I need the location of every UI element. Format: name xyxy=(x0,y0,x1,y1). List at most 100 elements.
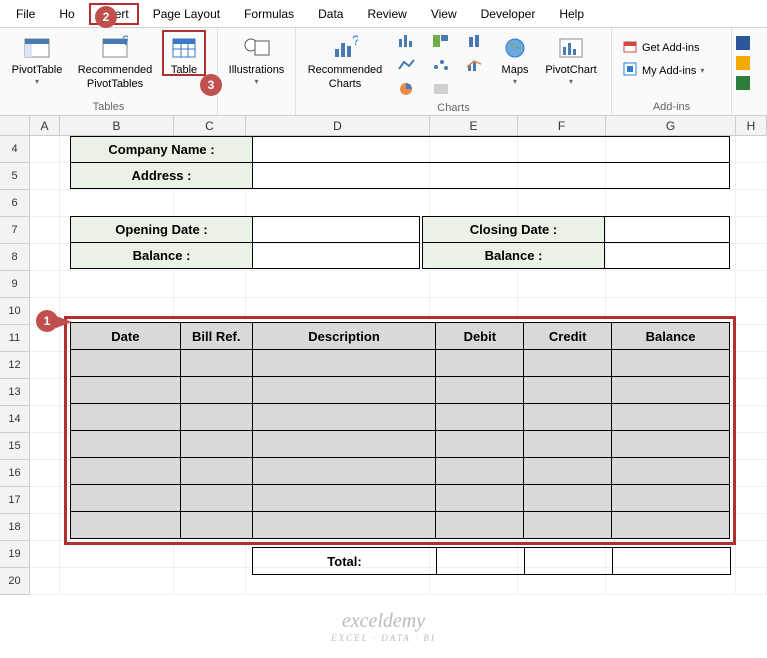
col-header-G[interactable]: G xyxy=(606,116,736,135)
cell[interactable] xyxy=(174,568,246,595)
cell[interactable] xyxy=(736,433,767,460)
address-cell[interactable] xyxy=(253,163,730,189)
row-header-11[interactable]: 11 xyxy=(0,325,30,352)
row-header-16[interactable]: 16 xyxy=(0,460,30,487)
opening-balance-cell[interactable] xyxy=(253,243,420,269)
people-graph-icon[interactable] xyxy=(734,74,752,92)
col-header-E[interactable]: E xyxy=(430,116,518,135)
total-credit-cell[interactable] xyxy=(525,548,613,575)
cell[interactable] xyxy=(174,271,246,298)
bing-icon[interactable] xyxy=(734,54,752,72)
tab-developer[interactable]: Developer xyxy=(471,3,546,25)
tab-home[interactable]: Ho xyxy=(49,3,84,25)
recommended-charts-button[interactable]: ? Recommended Charts xyxy=(302,30,388,90)
cell[interactable] xyxy=(174,541,246,568)
total-debit-cell[interactable] xyxy=(437,548,525,575)
row-header-5[interactable]: 5 xyxy=(0,163,30,190)
row-header-18[interactable]: 18 xyxy=(0,514,30,541)
cell[interactable] xyxy=(246,190,430,217)
cell[interactable] xyxy=(430,271,518,298)
tab-formulas[interactable]: Formulas xyxy=(234,3,304,25)
cell[interactable] xyxy=(60,190,174,217)
tab-help[interactable]: Help xyxy=(549,3,594,25)
my-addins-button[interactable]: My Add-ins ▾ xyxy=(622,61,721,80)
cell[interactable] xyxy=(736,487,767,514)
tab-review[interactable]: Review xyxy=(357,3,416,25)
cell[interactable] xyxy=(30,487,60,514)
cell[interactable] xyxy=(30,190,60,217)
ledger-row[interactable] xyxy=(71,512,730,539)
cell[interactable] xyxy=(606,298,736,325)
cell[interactable] xyxy=(30,379,60,406)
closing-balance-cell[interactable] xyxy=(605,243,730,269)
row-header-10[interactable]: 10 xyxy=(0,298,30,325)
row-header-8[interactable]: 8 xyxy=(0,244,30,271)
cell[interactable] xyxy=(736,325,767,352)
cell[interactable] xyxy=(174,298,246,325)
opening-date-cell[interactable] xyxy=(253,217,420,243)
cell[interactable] xyxy=(736,541,767,568)
cell[interactable] xyxy=(430,190,518,217)
cell[interactable] xyxy=(606,271,736,298)
cell[interactable] xyxy=(518,190,606,217)
ledger-row[interactable] xyxy=(71,485,730,512)
ledger-row[interactable] xyxy=(71,431,730,458)
cell[interactable] xyxy=(518,271,606,298)
cell[interactable] xyxy=(246,271,430,298)
cell[interactable] xyxy=(736,514,767,541)
ledger-row[interactable] xyxy=(71,350,730,377)
tab-view[interactable]: View xyxy=(421,3,467,25)
row-header-20[interactable]: 20 xyxy=(0,568,30,595)
row-header-13[interactable]: 13 xyxy=(0,379,30,406)
col-header-F[interactable]: F xyxy=(518,116,606,135)
row-header-4[interactable]: 4 xyxy=(0,136,30,163)
table-button[interactable]: Table xyxy=(162,30,206,76)
cell[interactable] xyxy=(60,271,174,298)
company-name-cell[interactable] xyxy=(253,137,730,163)
cell[interactable] xyxy=(174,190,246,217)
row-header-6[interactable]: 6 xyxy=(0,190,30,217)
ledger-row[interactable] xyxy=(71,458,730,485)
cell[interactable] xyxy=(736,460,767,487)
tab-file[interactable]: File xyxy=(6,3,45,25)
cell[interactable] xyxy=(430,298,518,325)
chart-surface-button[interactable] xyxy=(426,78,456,100)
cell[interactable] xyxy=(736,190,767,217)
chart-scatter-button[interactable] xyxy=(426,54,456,76)
cell[interactable] xyxy=(736,352,767,379)
cell[interactable] xyxy=(736,136,767,163)
select-all-corner[interactable] xyxy=(0,116,30,135)
pivottable-button[interactable]: PivotTable ▾ xyxy=(6,30,68,87)
total-balance-cell[interactable] xyxy=(613,548,731,575)
chart-combo-button[interactable] xyxy=(460,54,490,76)
cell[interactable] xyxy=(736,568,767,595)
cell[interactable] xyxy=(30,514,60,541)
pivotchart-button[interactable]: PivotChart ▾ xyxy=(540,30,602,87)
col-header-C[interactable]: C xyxy=(174,116,246,135)
cell[interactable] xyxy=(736,217,767,244)
cell[interactable] xyxy=(30,352,60,379)
illustrations-button[interactable]: Illustrations ▾ xyxy=(224,30,289,87)
chart-column-button[interactable] xyxy=(392,30,422,52)
row-header-9[interactable]: 9 xyxy=(0,271,30,298)
chart-pie-button[interactable] xyxy=(392,78,422,100)
ledger-row[interactable] xyxy=(71,404,730,431)
row-header-7[interactable]: 7 xyxy=(0,217,30,244)
cell[interactable] xyxy=(30,163,60,190)
cell[interactable] xyxy=(30,244,60,271)
tab-page-layout[interactable]: Page Layout xyxy=(143,3,230,25)
cell[interactable] xyxy=(30,541,60,568)
cell[interactable] xyxy=(60,541,174,568)
cell[interactable] xyxy=(30,217,60,244)
cell[interactable] xyxy=(736,163,767,190)
cell[interactable] xyxy=(736,298,767,325)
col-header-H[interactable]: H xyxy=(736,116,767,135)
col-header-A[interactable]: A xyxy=(30,116,60,135)
maps-button[interactable]: Maps ▾ xyxy=(494,30,536,87)
visio-icon[interactable] xyxy=(734,34,752,52)
tab-data[interactable]: Data xyxy=(308,3,353,25)
row-header-15[interactable]: 15 xyxy=(0,433,30,460)
row-header-12[interactable]: 12 xyxy=(0,352,30,379)
cell[interactable] xyxy=(30,406,60,433)
closing-date-cell[interactable] xyxy=(605,217,730,243)
